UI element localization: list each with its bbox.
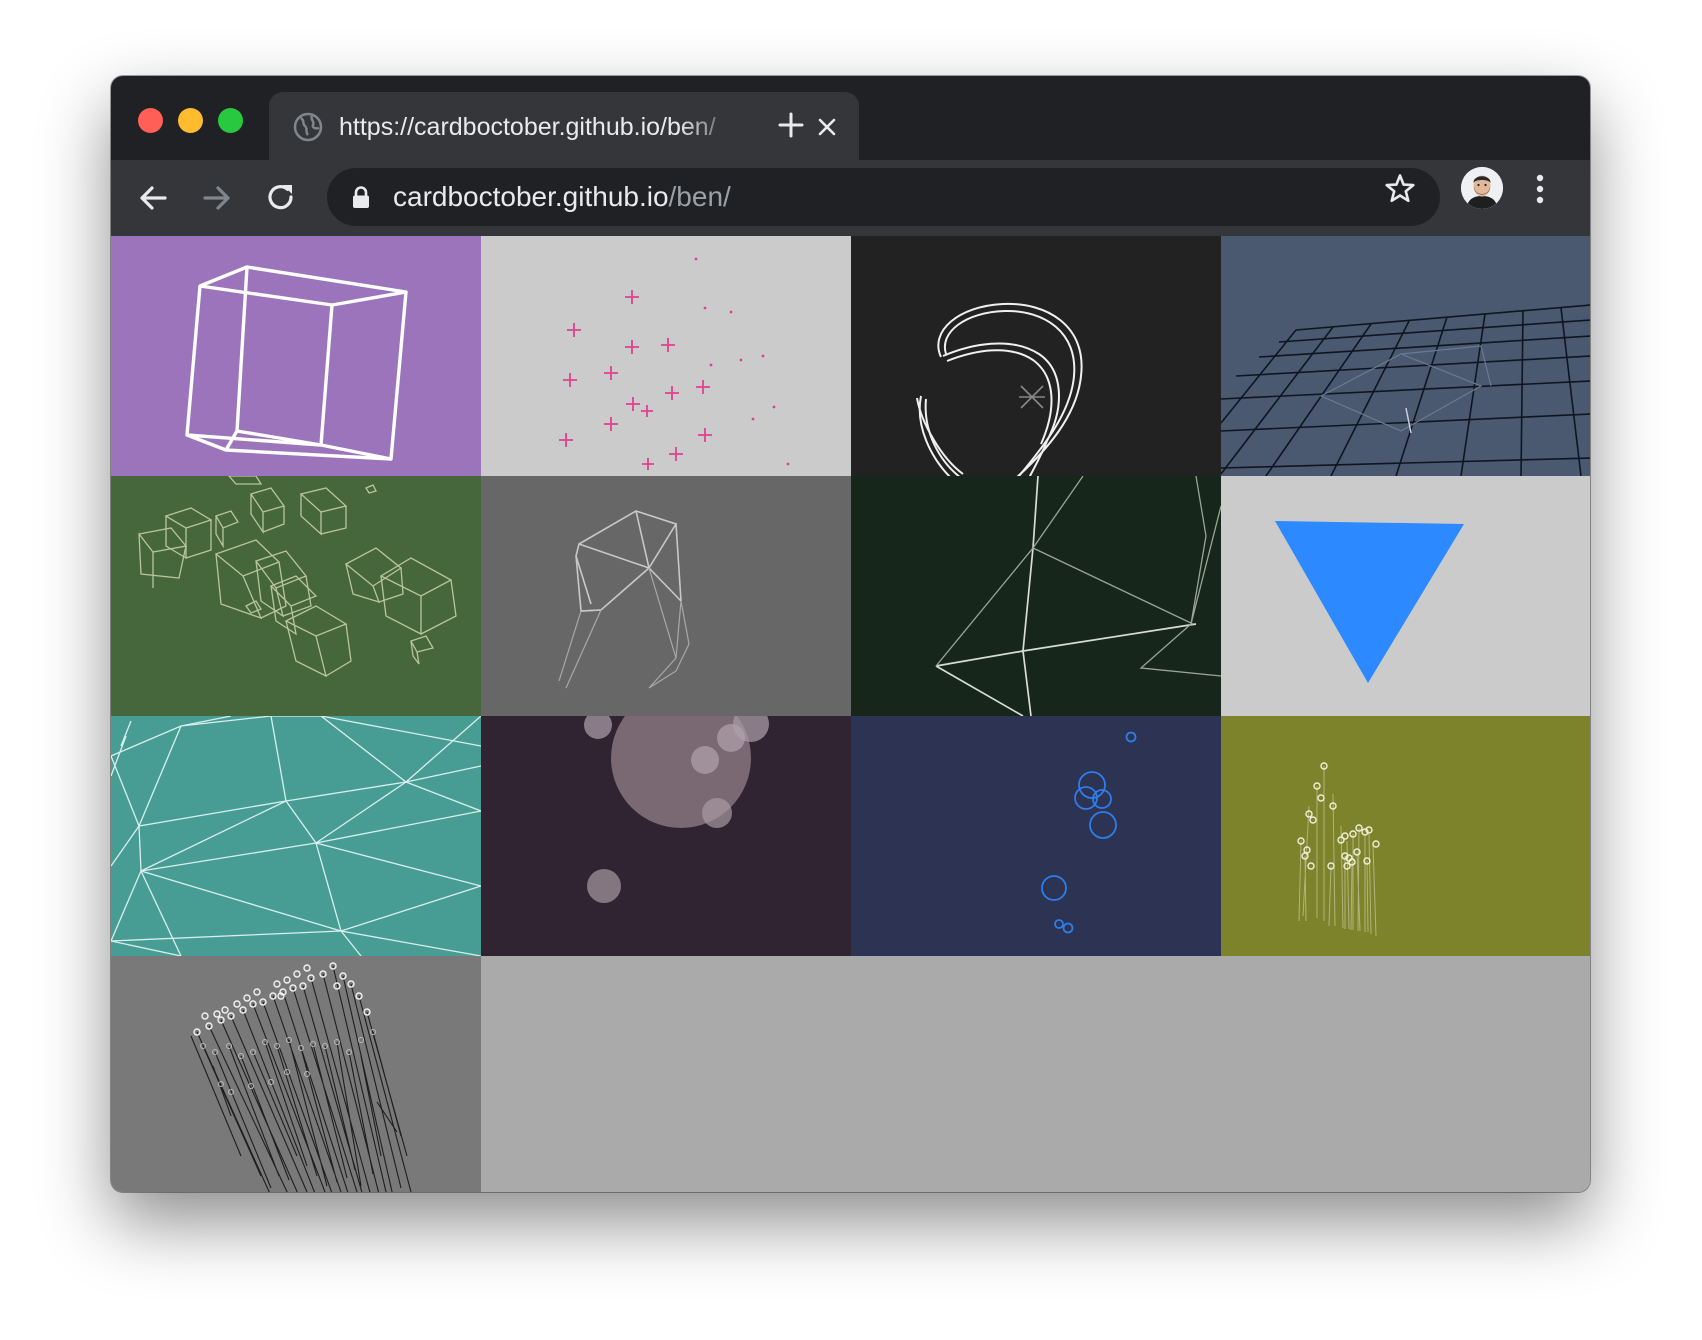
address-bar[interactable]: cardboctober.github.io/ben/	[327, 168, 1440, 226]
demo-tile-translucent-circles[interactable]	[481, 716, 851, 956]
demo-tile-wireframe-cube[interactable]	[111, 236, 481, 476]
more-vert-icon[interactable]	[1535, 172, 1545, 206]
plus-icon[interactable]	[776, 110, 806, 140]
olive-dandelions-art	[1221, 716, 1590, 956]
arrow-left-icon[interactable]	[135, 180, 171, 216]
translucent-circles-art	[481, 716, 851, 956]
dark-green-lines-art	[851, 476, 1221, 716]
demo-tile-blue-triangle[interactable]	[1221, 476, 1590, 716]
reload-icon[interactable]	[263, 180, 299, 216]
tab-title: https://cardboctober.github.io/ben/	[339, 113, 716, 141]
gray-dandelions-art	[111, 956, 481, 1192]
demo-tile-teal-triangulation[interactable]	[111, 716, 481, 956]
demo-tile-gray-dandelions[interactable]	[111, 956, 481, 1192]
demo-tile-perspective-grid[interactable]	[1221, 236, 1590, 476]
browser-tab[interactable]: https://cardboctober.github.io/ben/	[269, 92, 859, 160]
wireframe-cube-art	[111, 236, 481, 476]
url-text[interactable]: cardboctober.github.io/ben/	[393, 181, 731, 213]
demo-tile-pink-crosses[interactable]	[481, 236, 851, 476]
pink-crosses-art	[481, 236, 851, 476]
demo-tile-dark-green-lines[interactable]	[851, 476, 1221, 716]
avatar[interactable]	[1461, 167, 1503, 209]
tab-strip: https://cardboctober.github.io/ben/	[111, 76, 1590, 160]
minimize-window-button[interactable]	[178, 108, 203, 133]
browser-toolbar: cardboctober.github.io/ben/	[111, 160, 1590, 236]
demo-tile-olive-dandelions[interactable]	[1221, 716, 1590, 956]
star-icon[interactable]	[1383, 172, 1417, 206]
close-window-button[interactable]	[138, 108, 163, 133]
teal-triangulation-art	[111, 716, 481, 956]
browser-window: https://cardboctober.github.io/ben/ card…	[111, 76, 1590, 1192]
demo-tile-floating-cubes[interactable]	[111, 476, 481, 716]
globe-icon	[293, 112, 323, 142]
demo-tile-blue-rings[interactable]	[851, 716, 1221, 956]
maximize-window-button[interactable]	[218, 108, 243, 133]
gray-polyhedron-art	[481, 476, 851, 716]
demo-tile-white-scribble[interactable]	[851, 236, 1221, 476]
blue-rings-art	[851, 716, 1221, 956]
white-scribble-art	[851, 236, 1221, 476]
close-icon[interactable]	[814, 114, 840, 140]
perspective-grid-art	[1221, 236, 1590, 476]
demo-tile-gray-polyhedron[interactable]	[481, 476, 851, 716]
blue-triangle-art	[1221, 476, 1590, 716]
url-host: cardboctober.github.io	[393, 181, 669, 212]
lock-icon	[353, 186, 369, 208]
url-path: /ben/	[668, 181, 731, 212]
profile-photo	[1461, 167, 1503, 209]
arrow-right-icon[interactable]	[199, 180, 235, 216]
tab-title-fade	[679, 106, 739, 146]
floating-cubes-art	[111, 476, 481, 716]
page-content	[111, 236, 1590, 1192]
